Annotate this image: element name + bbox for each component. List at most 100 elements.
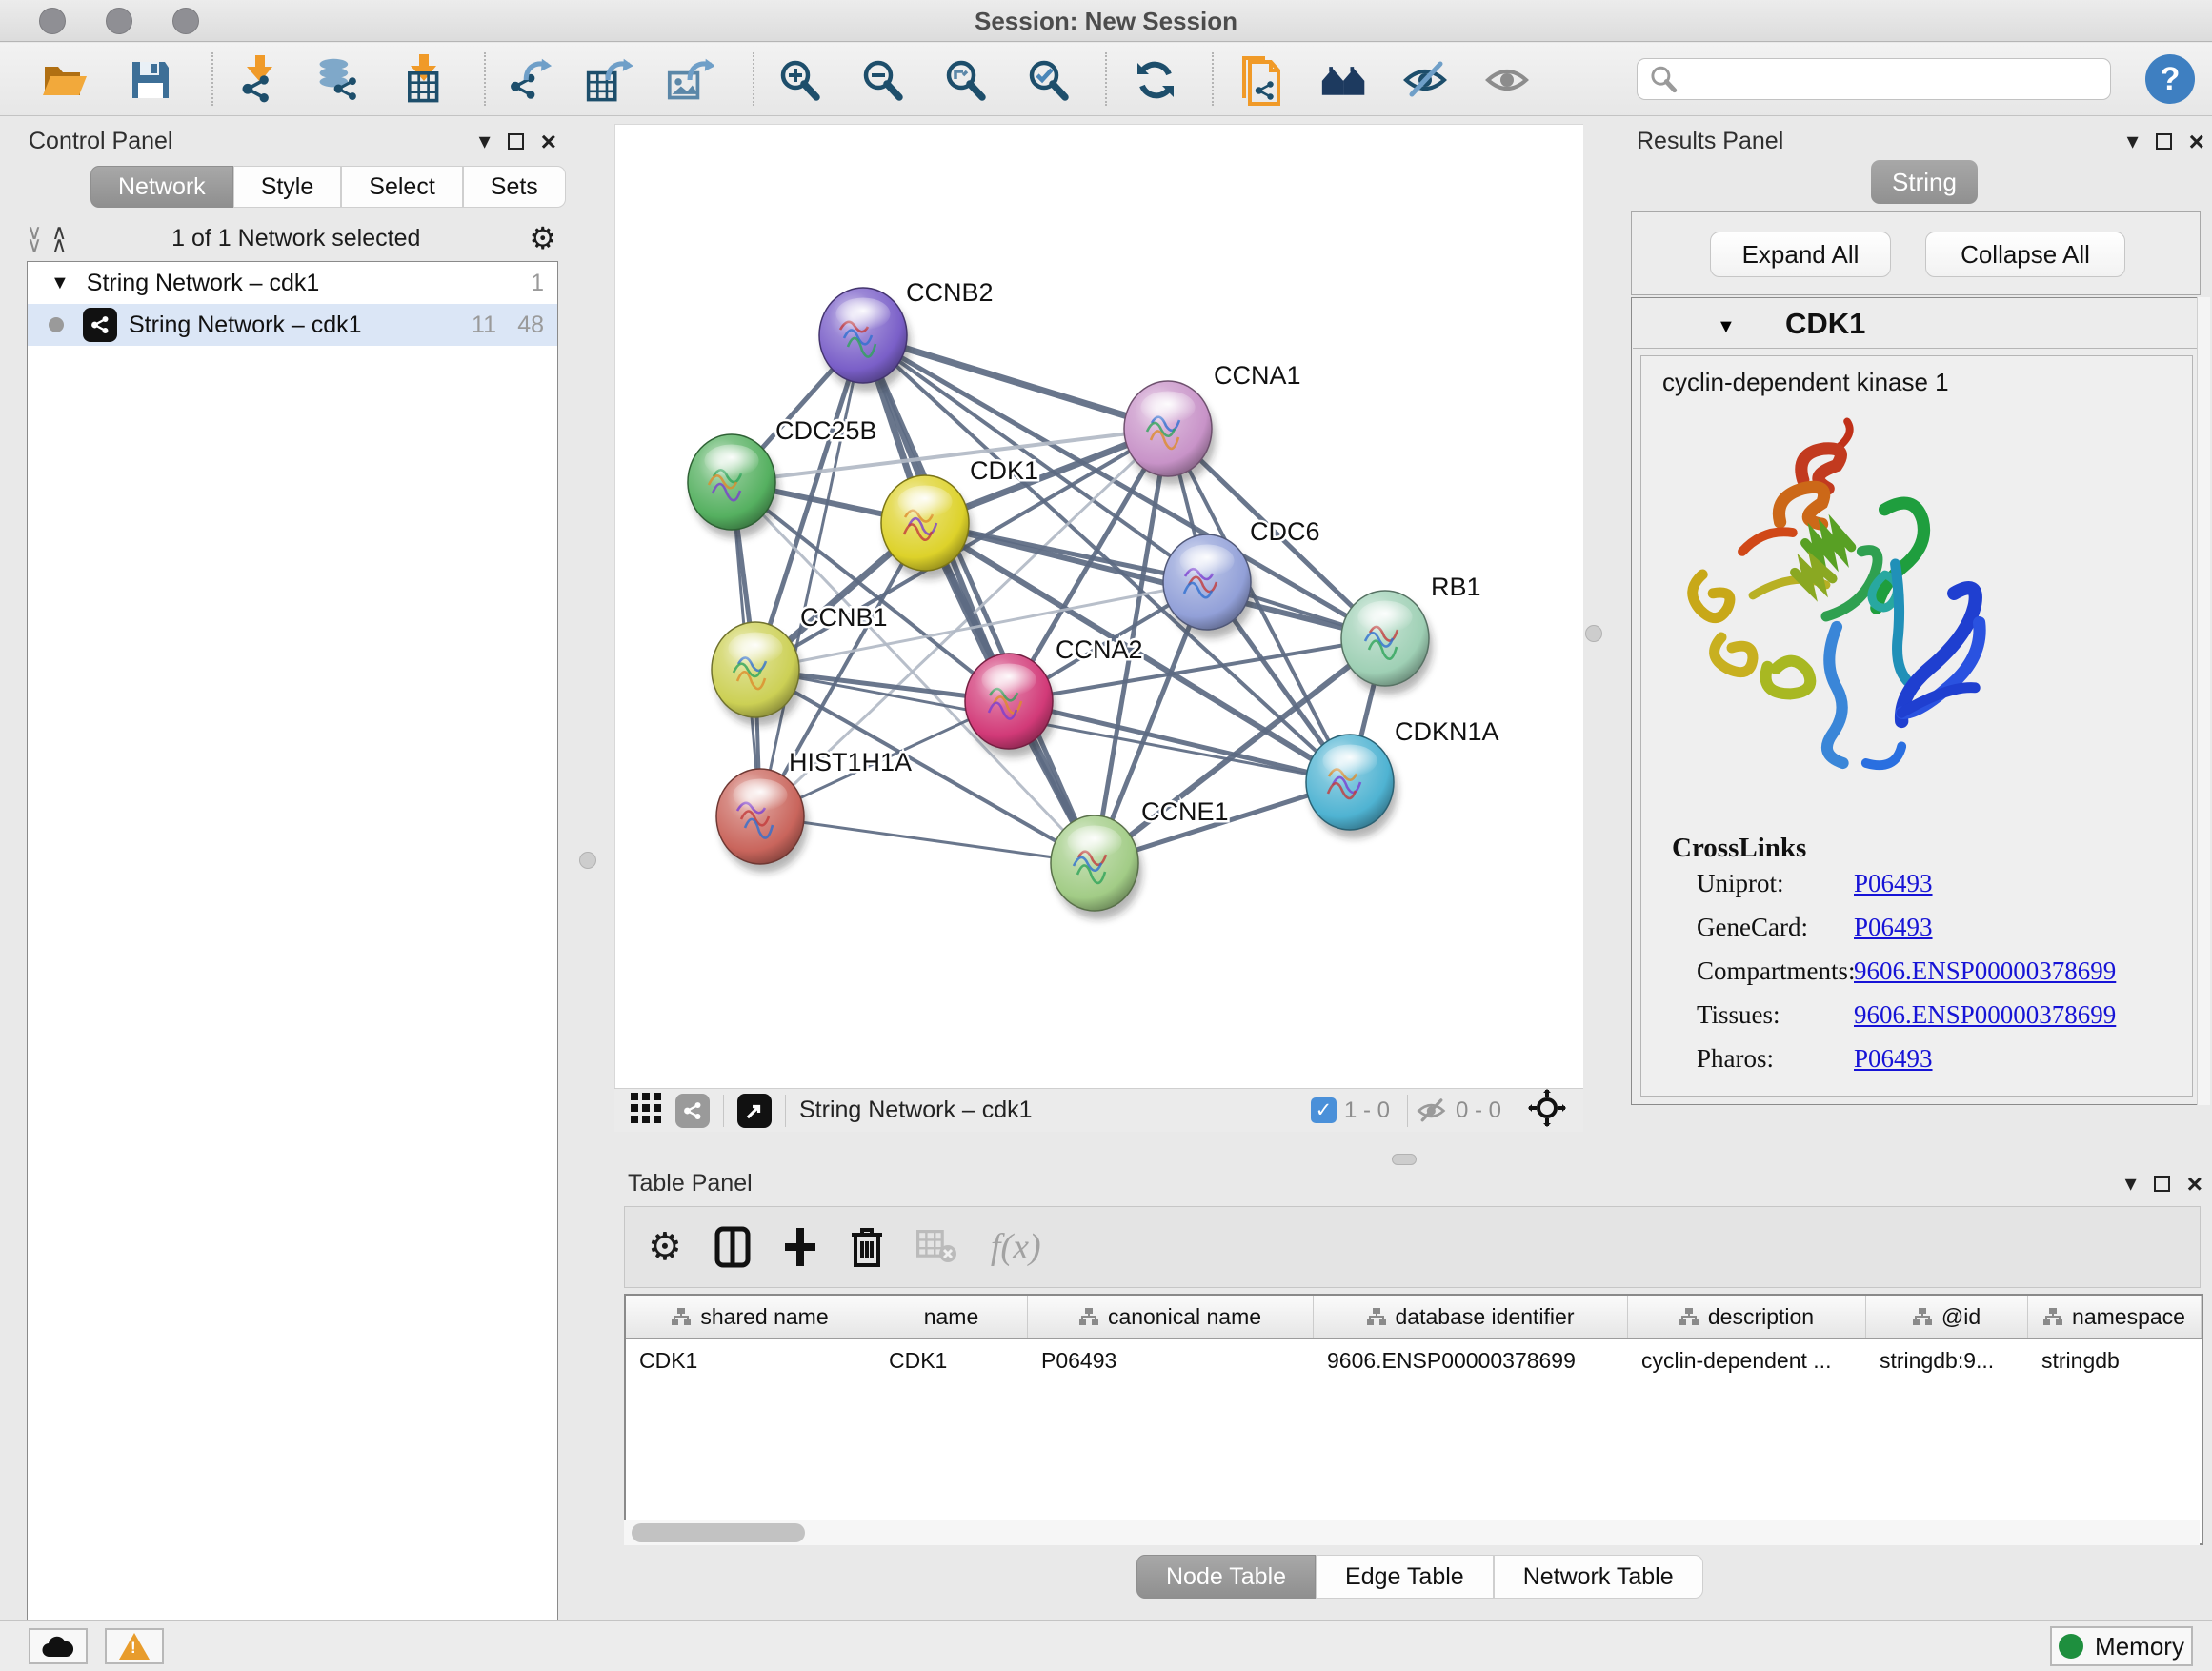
import-network-database-button[interactable] (314, 56, 362, 104)
import-network-button[interactable] (236, 56, 284, 104)
import-table-button[interactable] (400, 56, 448, 104)
fit-content-crosshair-icon[interactable] (1528, 1089, 1566, 1132)
network-options-gear-icon[interactable]: ⚙ (529, 223, 556, 253)
string-network-icon (83, 308, 117, 342)
crosslink-link[interactable]: P06493 (1854, 869, 1933, 898)
selected-checkbox-icon[interactable]: ✓ (1311, 1097, 1337, 1123)
help-button[interactable]: ? (2145, 54, 2195, 104)
add-column-icon[interactable] (783, 1226, 817, 1268)
show-all-button[interactable] (1484, 56, 1532, 104)
delete-table-icon[interactable] (916, 1230, 958, 1264)
node-label: CCNA2 (1056, 635, 1143, 664)
open-session-button[interactable] (41, 56, 89, 104)
hide-selected-button[interactable] (1402, 56, 1450, 104)
network-node-ccne1 (1051, 815, 1142, 919)
column-header[interactable]: shared name (626, 1296, 875, 1338)
expand-all-networks-icon[interactable]: ∨∨ (27, 226, 38, 251)
crosslink-label: Pharos: (1697, 1044, 1774, 1073)
control-panel-title: Control Panel (29, 128, 172, 155)
import-network-icon (236, 55, 284, 105)
cloud-button[interactable] (29, 1628, 88, 1664)
network-row[interactable]: String Network – cdk1 11 48 (28, 304, 557, 346)
string-view-icon[interactable] (675, 1094, 710, 1128)
right-splitter-handle[interactable] (1585, 625, 1602, 642)
crosslink-link[interactable]: 9606.ENSP00000378699 (1854, 1000, 2116, 1030)
column-header[interactable]: canonical name (1028, 1296, 1314, 1338)
show-columns-icon[interactable] (714, 1226, 751, 1268)
node-label: CCNB2 (906, 278, 994, 307)
control-panel-close-icon[interactable]: × (541, 132, 556, 151)
refresh-button[interactable] (1132, 56, 1179, 104)
tab-edge-table[interactable]: Edge Table (1316, 1555, 1494, 1599)
memory-button[interactable]: Memory (2050, 1626, 2193, 1666)
zoom-out-button[interactable] (858, 56, 906, 104)
tab-style[interactable]: Style (233, 166, 342, 208)
crosslink-label: Tissues: (1697, 1000, 1780, 1029)
function-builder-icon[interactable]: f(x) (991, 1226, 1041, 1268)
warnings-button[interactable] (105, 1628, 164, 1664)
zoom-fit-button[interactable] (941, 56, 989, 104)
zoom-selected-button[interactable] (1024, 56, 1072, 104)
birdseye-grid-icon[interactable] (630, 1092, 662, 1129)
expand-all-button[interactable]: Expand All (1710, 232, 1891, 277)
network-canvas[interactable]: CCNB2CCNA1CDC25BCDK1CDC6RB1CCNB1CCNA2CDK… (614, 124, 1583, 1088)
open-folder-icon (41, 57, 89, 103)
control-panel-menu-icon[interactable]: ▾ (479, 128, 491, 155)
export-image-button[interactable] (667, 56, 714, 104)
tab-network-table[interactable]: Network Table (1494, 1555, 1703, 1599)
cell-id: stringdb:9... (1866, 1339, 2028, 1381)
scrollbar-thumb[interactable] (632, 1523, 805, 1542)
tab-node-table[interactable]: Node Table (1136, 1555, 1316, 1599)
table-options-gear-icon[interactable]: ⚙ (648, 1232, 682, 1262)
search-field[interactable] (1637, 58, 2111, 100)
save-session-button[interactable] (127, 56, 174, 104)
string-home-button[interactable] (1320, 56, 1368, 104)
hidden-counts: 0 - 0 (1456, 1097, 1501, 1124)
results-panel-menu-icon[interactable]: ▾ (2127, 128, 2139, 155)
column-header[interactable]: @id (1866, 1296, 2028, 1338)
table-row[interactable]: CDK1 CDK1 P06493 9606.ENSP00000378699 cy… (626, 1339, 2202, 1381)
table-panel-menu-icon[interactable]: ▾ (2125, 1170, 2137, 1198)
column-header[interactable]: name (875, 1296, 1028, 1338)
zoom-in-button[interactable] (775, 56, 823, 104)
network-collection-row[interactable]: ▼ String Network – cdk1 1 (28, 262, 557, 304)
crosslink-label: Uniprot: (1697, 869, 1784, 897)
delete-column-icon[interactable] (850, 1225, 884, 1269)
table-panel-float-icon[interactable] (2154, 1176, 2170, 1192)
collapse-entry-icon[interactable]: ▼ (1717, 316, 1736, 338)
zoom-selected-icon (1026, 58, 1070, 102)
control-panel-float-icon[interactable] (508, 133, 524, 150)
tab-sets[interactable]: Sets (463, 166, 566, 208)
zoom-in-icon (777, 58, 821, 102)
column-header[interactable]: namespace (2028, 1296, 2202, 1338)
node-count: 11 (472, 312, 496, 339)
crosslink-link[interactable]: P06493 (1854, 913, 1933, 942)
export-table-button[interactable] (585, 56, 633, 104)
results-panel-float-icon[interactable] (2156, 133, 2172, 150)
results-panel-close-icon[interactable]: × (2189, 132, 2204, 151)
collapse-all-button[interactable]: Collapse All (1925, 232, 2125, 277)
export-table-icon (585, 55, 633, 105)
crosslink-link[interactable]: P06493 (1854, 1044, 1933, 1074)
node-details-header[interactable]: ▼ CDK1 (1633, 299, 2199, 349)
column-header[interactable]: description (1628, 1296, 1866, 1338)
column-header[interactable]: database identifier (1314, 1296, 1628, 1338)
tab-network[interactable]: Network (90, 166, 233, 208)
tab-string[interactable]: String (1871, 160, 1978, 204)
collapse-all-networks-icon[interactable]: ∧∧ (51, 226, 63, 251)
table-panel-close-icon[interactable]: × (2187, 1175, 2202, 1194)
cloud-icon (41, 1634, 75, 1659)
string-import-button[interactable] (1237, 56, 1284, 104)
node-label: CCNE1 (1141, 797, 1229, 826)
open-in-new-icon[interactable] (737, 1094, 772, 1128)
refresh-icon (1133, 57, 1178, 103)
search-input[interactable] (1685, 66, 2110, 92)
tab-select[interactable]: Select (341, 166, 462, 208)
tree-expand-icon[interactable]: ▼ (50, 272, 70, 294)
left-splitter-handle[interactable] (579, 852, 596, 869)
search-icon (1649, 65, 1678, 93)
table-horizontal-scrollbar[interactable] (624, 1520, 2200, 1545)
results-scrollbar[interactable] (2197, 297, 2210, 1105)
crosslink-link[interactable]: 9606.ENSP00000378699 (1854, 956, 2116, 986)
export-network-button[interactable] (505, 56, 553, 104)
